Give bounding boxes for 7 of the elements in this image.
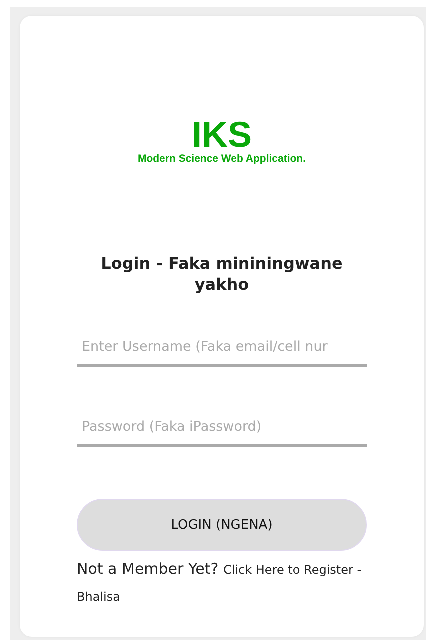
login-button[interactable]: LOGIN (NGENA) — [77, 499, 367, 551]
password-field[interactable]: Password (Faka iPassword) — [77, 413, 367, 447]
register-text[interactable]: Not a Member Yet? Click Here to Register -Bhalisa — [77, 556, 367, 610]
login-heading: Login - Faka mininingwane yakho — [100, 253, 344, 295]
logo-title: IKS — [192, 118, 252, 152]
username-field[interactable]: Enter Username (Faka email/cell nur — [77, 333, 367, 367]
logo-tagline: Modern Science Web Application. — [138, 153, 306, 165]
